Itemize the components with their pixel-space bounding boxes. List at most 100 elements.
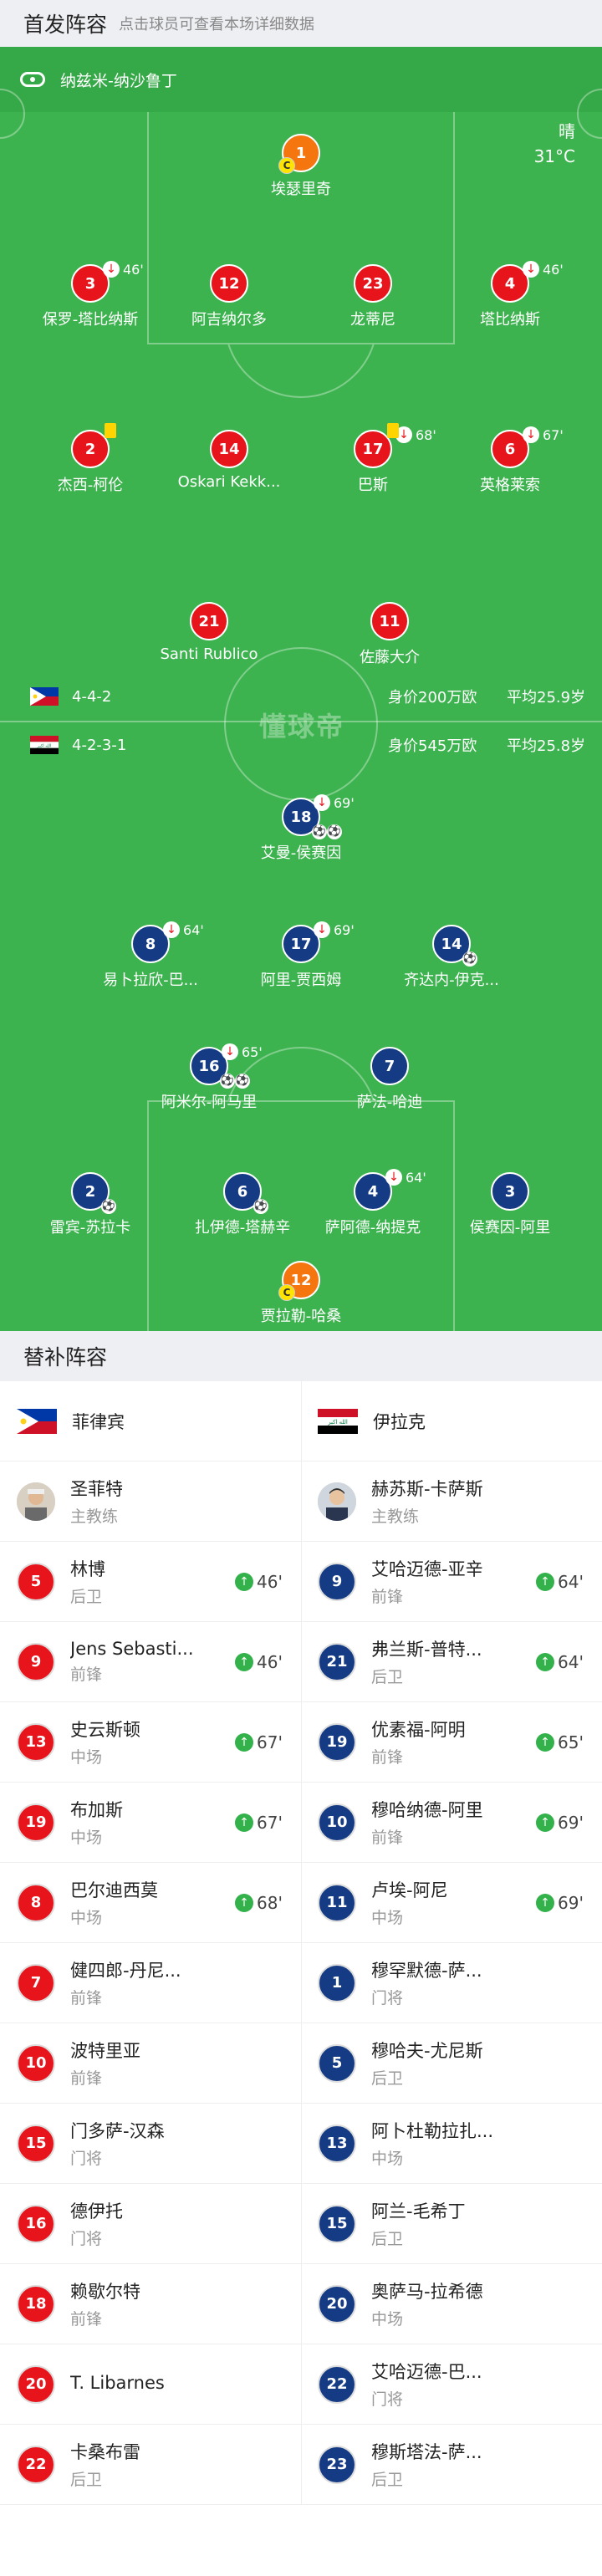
- bench-player-row[interactable]: 23 穆斯塔法-萨... 后卫: [301, 2425, 602, 2505]
- away-formation: 4-2-3-1: [72, 736, 127, 754]
- coach-avatar: [17, 1482, 55, 1521]
- player-number-badge: 17 ↓ 68': [354, 423, 436, 468]
- home-team-summary: 4-4-2 身价200万欧 平均25.9岁: [30, 687, 585, 706]
- away-team-summary: الله اكبر 4-2-3-1 身价545万欧 平均25.8岁: [30, 736, 585, 755]
- player-number-badge: 17 ↓ 69': [282, 921, 355, 963]
- bench-player-row[interactable]: 18 赖歇尔特 前锋: [0, 2264, 301, 2344]
- home-player[interactable]: 6 ↓ 67' 英格莱索: [426, 426, 594, 495]
- yellow-card-icon: [387, 423, 399, 438]
- away-player[interactable]: 17 ↓ 69' 阿里-贾西姆: [217, 921, 385, 990]
- coach-row[interactable]: 圣菲特 主教练: [0, 1461, 301, 1542]
- player-number-badge: 4 ↓ 64': [354, 1169, 426, 1211]
- player-number: 2: [84, 440, 96, 458]
- home-player[interactable]: 1 C 埃瑟里奇: [217, 134, 385, 199]
- player-name: 弗兰斯-普特...: [371, 1640, 482, 1660]
- player-position: 后卫: [371, 2471, 404, 2489]
- bench-player-row[interactable]: 11 卢埃-阿尼 中场 ↑ 69': [301, 1863, 602, 1943]
- player-number-badge: 14 ⚽: [432, 925, 477, 967]
- player-number-badge: 7: [370, 1047, 409, 1085]
- away-player[interactable]: 3 侯赛因-阿里: [426, 1172, 594, 1237]
- away-player[interactable]: 14 ⚽ 齐达内-伊克...: [368, 925, 535, 990]
- player-number: 23: [362, 274, 384, 293]
- bench-player-row[interactable]: 13 史云斯顿 中场 ↑ 67': [0, 1702, 301, 1783]
- bench-player-row[interactable]: 10 波特里亚 前锋: [0, 2023, 301, 2104]
- player-number-badge: 15: [17, 2124, 55, 2163]
- player-number-badge: 19: [318, 1722, 356, 1762]
- away-value: 身价545万欧: [388, 737, 477, 755]
- away-player[interactable]: 16 ↓ 65' ⚽ ⚽ 阿米尔-阿马里: [125, 1043, 293, 1112]
- player-name: 阿里-贾西姆: [260, 972, 342, 989]
- lineup-hint: 点击球员可查看本场详细数据: [119, 16, 315, 33]
- stadium-icon: [20, 72, 45, 87]
- bench-player-row[interactable]: 9 Jens Sebasti... 前锋 ↑ 46': [0, 1622, 301, 1702]
- bench-player-row[interactable]: 19 布加斯 中场 ↑ 67': [0, 1783, 301, 1863]
- home-player[interactable]: 4 ↓ 46' 塔比纳斯: [426, 261, 594, 329]
- sub-off-indicator: ↓ 67': [523, 426, 564, 443]
- player-number-badge: 13: [17, 1722, 55, 1762]
- bench-player-row[interactable]: 5 林博 后卫 ↑ 46': [0, 1542, 301, 1622]
- bench-player-row[interactable]: 20 奥萨马-拉希德 中场: [301, 2264, 602, 2344]
- player-number-badge: 5: [17, 1562, 55, 1601]
- bench-section: 菲律宾 圣菲特 主教练 5 林博 后卫 ↑ 46' 9 Jens Sebasti... 前锋 ↑…: [0, 1381, 602, 2576]
- player-name: 健四郎-丹尼...: [70, 1961, 181, 1981]
- goal-ball-icon: ⚽: [220, 1074, 235, 1089]
- player-position: 门将: [70, 2150, 103, 2168]
- coach-row[interactable]: 赫苏斯-卡萨斯 主教练: [301, 1461, 602, 1542]
- player-number-badge: 18 ↓ 69' ⚽ ⚽: [282, 794, 355, 839]
- sub-on-indicator: ↑ 64': [536, 1572, 584, 1592]
- player-number-badge: 8 ↓ 64': [131, 921, 204, 963]
- bench-player-row[interactable]: 15 门多萨-汉森 门将: [0, 2104, 301, 2184]
- bench-team-header[interactable]: الله اكبر 伊拉克: [301, 1381, 602, 1461]
- bench-player-row[interactable]: 10 穆哈纳德-阿里 前锋 ↑ 69': [301, 1783, 602, 1863]
- away-player[interactable]: 18 ↓ 69' ⚽ ⚽ 艾曼-侯赛因: [217, 794, 385, 863]
- player-number-badge: 2 ⚽: [71, 1172, 116, 1214]
- home-player[interactable]: 14 Oskari Kekk...: [145, 430, 313, 491]
- sub-minute: 64': [183, 921, 204, 938]
- bench-player-row[interactable]: 15 阿兰-毛希丁 后卫: [301, 2184, 602, 2264]
- bench-player-row[interactable]: 20 T. Libarnes: [0, 2344, 301, 2425]
- away-player[interactable]: 2 ⚽ 雷宾-苏拉卡: [7, 1172, 174, 1237]
- watermark: 懂球帝: [259, 711, 345, 742]
- player-name: 史云斯顿: [70, 1720, 140, 1740]
- home-player[interactable]: 12 阿吉纳尔多: [145, 264, 313, 329]
- goal-ball-icon: ⚽: [101, 1199, 116, 1214]
- svg-text:الله اكبر: الله اكبر: [37, 744, 52, 749]
- bench-player-row[interactable]: 13 阿卜杜勒拉扎... 中场: [301, 2104, 602, 2184]
- bench-team-header[interactable]: 菲律宾: [0, 1381, 301, 1461]
- sub-on-indicator: ↑ 46': [235, 1652, 283, 1672]
- player-number: 4: [367, 1182, 379, 1201]
- player-position: 前锋: [371, 1748, 404, 1767]
- player-number-badge: 9: [17, 1642, 55, 1681]
- away-player[interactable]: 8 ↓ 64' 易卜拉欣-巴...: [67, 921, 234, 990]
- away-player[interactable]: 12 C 贾拉勒-哈桑: [217, 1261, 385, 1326]
- bench-player-row[interactable]: 9 艾哈迈德-亚辛 前锋 ↑ 64': [301, 1542, 602, 1622]
- bench-player-row[interactable]: 22 卡桑布雷 后卫: [0, 2425, 301, 2505]
- player-name: 奥萨马-拉希德: [371, 2282, 483, 2302]
- captain-badge: C: [278, 1284, 295, 1301]
- away-avg-age: 平均25.8岁: [507, 737, 586, 755]
- player-number-badge: 12: [210, 264, 248, 303]
- sub-on-icon: ↑: [536, 1813, 555, 1832]
- sub-minute: 69': [334, 921, 355, 938]
- bench-player-row[interactable]: 5 穆哈夫-尤尼斯 后卫: [301, 2023, 602, 2104]
- player-name: 阿吉纳尔多: [191, 311, 267, 329]
- player-number-badge: 21: [318, 1642, 356, 1681]
- bench-away-column: الله اكبر 伊拉克 赫苏斯-卡萨斯 主教练 9 艾哈迈德-亚辛 前锋 ↑ 64'…: [301, 1381, 602, 2505]
- bench-player-row[interactable]: 19 优素福-阿明 前锋 ↑ 65': [301, 1702, 602, 1783]
- bench-player-row[interactable]: 8 巴尔迪西莫 中场 ↑ 68': [0, 1863, 301, 1943]
- player-name: 赖歇尔特: [70, 2282, 140, 2302]
- iraq-flag: الله اكبر: [30, 736, 59, 754]
- home-player[interactable]: 21 Santi Rublico: [125, 602, 293, 663]
- bench-player-row[interactable]: 22 艾哈迈德-巴... 门将: [301, 2344, 602, 2425]
- bench-player-row[interactable]: 16 德伊托 门将: [0, 2184, 301, 2264]
- sub-on-icon: ↑: [536, 1733, 555, 1752]
- sub-minute: 64': [406, 1169, 426, 1186]
- away-player[interactable]: 7 萨法-哈迪: [306, 1047, 473, 1112]
- player-number-badge: 6 ⚽: [223, 1172, 268, 1214]
- player-name: 穆哈夫-尤尼斯: [371, 2041, 483, 2061]
- bench-player-row[interactable]: 7 健四郎-丹尼... 前锋: [0, 1943, 301, 2023]
- bench-player-row[interactable]: 1 穆罕默德-萨... 门将: [301, 1943, 602, 2023]
- home-player[interactable]: 11 佐藤大介: [306, 602, 473, 667]
- bench-player-row[interactable]: 21 弗兰斯-普特... 后卫 ↑ 64': [301, 1622, 602, 1702]
- player-name: 齐达内-伊克...: [404, 972, 499, 989]
